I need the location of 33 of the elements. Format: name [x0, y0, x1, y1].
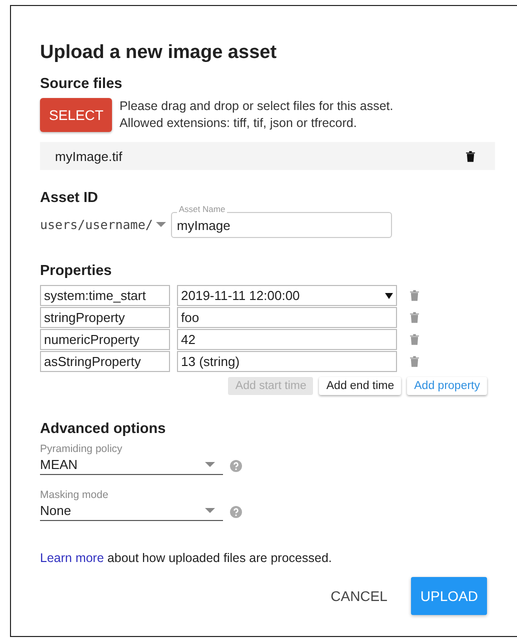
section-heading: Source files [40, 76, 124, 92]
select-field[interactable]: None [40, 503, 223, 521]
upload-hint: Please drag and drop or select files for this asset. Allowed extensions: tiff, tif, json or tfrecord. [119, 98, 394, 132]
section-heading: Advanced options [40, 421, 167, 437]
dialog-title: Upload a new image asset [40, 42, 278, 64]
cancel-button[interactable]: CANCEL [324, 578, 394, 614]
caret-icon [205, 508, 215, 513]
select-label: Pyramiding policy [40, 443, 124, 455]
help-icon[interactable] [230, 460, 242, 472]
info-text: Learn more about how uploaded files are processed. [40, 551, 333, 565]
select-button[interactable]: SELECT [40, 98, 112, 132]
property-key-field[interactable]: stringProperty [40, 307, 170, 328]
caret-icon [205, 462, 215, 467]
property-value-field[interactable]: foo [177, 307, 397, 328]
trash-icon[interactable] [466, 150, 475, 162]
dropdown-arrow-icon[interactable] [385, 292, 393, 298]
caret-icon [156, 222, 166, 227]
add-button[interactable]: Add end time [319, 377, 402, 395]
help-icon[interactable] [230, 506, 242, 518]
section-heading: Properties [40, 263, 113, 279]
property-key-field[interactable]: asStringProperty [40, 351, 170, 372]
property-value-field[interactable]: 13 (string) [177, 351, 397, 372]
property-key-field[interactable]: numericProperty [40, 329, 170, 350]
file-name: myImage.tif [55, 148, 122, 164]
property-key-field[interactable]: system:time_start [40, 285, 170, 306]
select-label: Masking mode [40, 489, 110, 501]
field-label: Asset Name [176, 204, 228, 214]
learn-more-link[interactable]: Learn more [40, 551, 104, 565]
property-value-field[interactable]: 42 [177, 329, 397, 350]
section-heading: Asset ID [40, 190, 100, 206]
select-field[interactable]: MEAN [40, 457, 223, 475]
path-dropdown[interactable]: users/username/ [40, 217, 166, 238]
datetime-field[interactable]: 2019-11-11 12:00:00 [177, 285, 397, 306]
